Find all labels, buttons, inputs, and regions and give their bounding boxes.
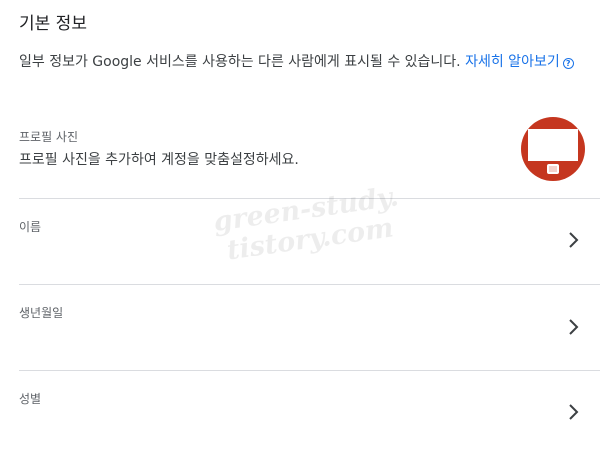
gender-row[interactable]: 성별: [0, 371, 600, 450]
chevron-right-icon: [569, 404, 579, 420]
learn-more-link[interactable]: 자세히 알아보기?: [465, 54, 574, 70]
help-icon[interactable]: ?: [562, 58, 574, 69]
profile-photo-label: 프로필 사진: [19, 130, 79, 144]
section-description: 일부 정보가 Google 서비스를 사용하는 다른 사람에게 표시될 수 있습…: [19, 51, 589, 73]
birthday-label: 생년월일: [19, 306, 64, 320]
section-description-text: 일부 정보가 Google 서비스를 사용하는 다른 사람에게 표시될 수 있습…: [19, 54, 461, 70]
chevron-right-icon: [569, 232, 579, 248]
profile-photo-description: 프로필 사진을 추가하여 계정을 맞춤설정하세요.: [19, 152, 299, 168]
birthday-row[interactable]: 생년월일: [0, 285, 600, 370]
name-row[interactable]: 이름: [0, 199, 600, 284]
monitor-avatar-icon[interactable]: [521, 117, 585, 181]
section-title: 기본 정보: [19, 14, 87, 34]
profile-photo-row[interactable]: 프로필 사진 프로필 사진을 추가하여 계정을 맞춤설정하세요.: [0, 117, 600, 198]
chevron-right-icon: [569, 319, 579, 335]
gender-label: 성별: [19, 392, 42, 406]
name-label: 이름: [19, 220, 42, 234]
learn-more-label[interactable]: 자세히 알아보기: [465, 54, 560, 70]
avatar-screen-shape: [528, 129, 578, 161]
basic-info-page: 기본 정보 일부 정보가 Google 서비스를 사용하는 다른 사람에게 표시…: [0, 0, 600, 450]
avatar-stand-shape: [547, 164, 559, 174]
